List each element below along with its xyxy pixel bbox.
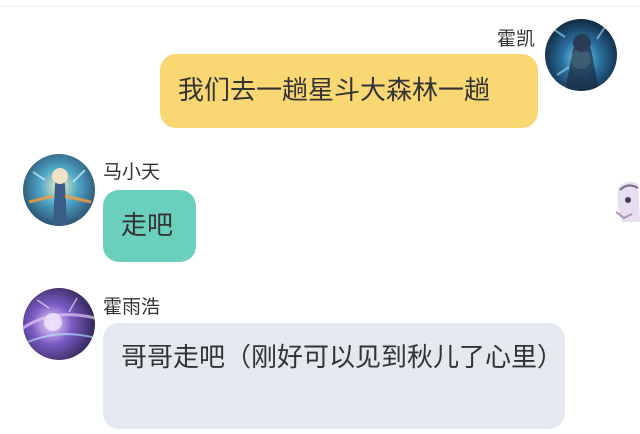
message-bubble-huokai[interactable]: 我们去一趟星斗大森林一趟: [160, 54, 538, 128]
top-divider: [0, 6, 640, 7]
message-bubble-maxiaotian[interactable]: 走吧: [103, 190, 196, 262]
sender-name-huokai: 霍凯: [496, 28, 535, 50]
message-bubble-huoyuhao[interactable]: 哥哥走吧（刚好可以见到秋儿了心里）: [103, 323, 565, 429]
anime-character-avatar-icon: [23, 288, 95, 360]
avatar-huoyuhao[interactable]: [23, 288, 95, 360]
anime-sticker-icon: [615, 181, 640, 222]
avatar-maxiaotian[interactable]: [23, 154, 95, 226]
anime-character-avatar-icon: [545, 19, 617, 91]
anime-character-avatar-icon: [23, 154, 95, 226]
sender-name-maxiaotian: 马小天: [103, 161, 161, 183]
avatar-huokai[interactable]: [545, 19, 617, 91]
message-text-huoyuhao: 哥哥走吧（刚好可以见到秋儿了心里）: [121, 343, 564, 373]
message-text-maxiaotian: 走吧: [121, 211, 174, 241]
sender-name-huoyuhao: 霍雨浩: [103, 296, 161, 318]
edge-sticker: [612, 178, 640, 222]
message-text-huokai: 我们去一趟星斗大森林一趟: [178, 76, 491, 106]
